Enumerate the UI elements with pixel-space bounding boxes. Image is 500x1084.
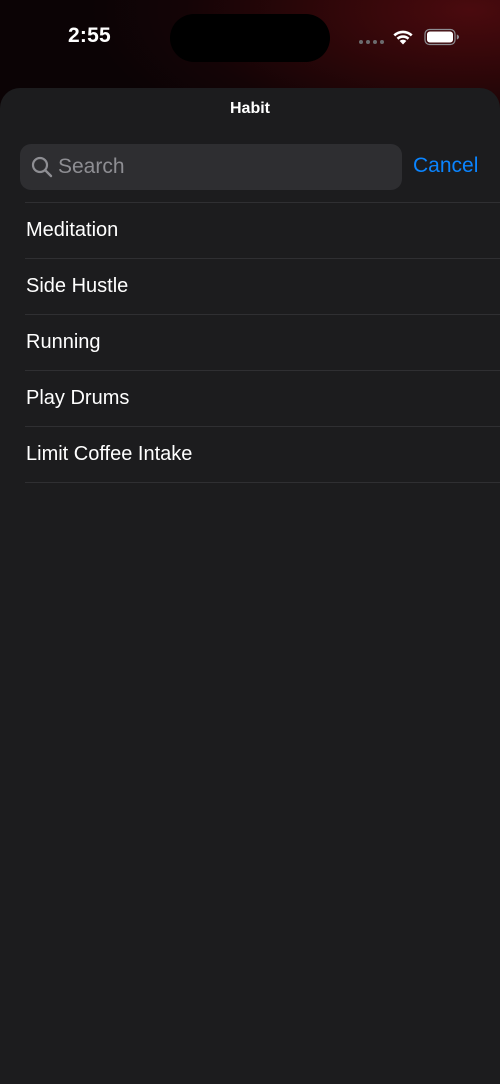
list-item-meditation[interactable]: Meditation: [25, 203, 500, 259]
habit-list: Meditation Side Hustle Running Play Drum…: [0, 202, 500, 483]
list-item-label: Meditation: [26, 219, 119, 241]
battery-icon: [424, 28, 459, 46]
list-item-label: Play Drums: [26, 387, 130, 409]
status-time: 2:55: [68, 24, 111, 47]
search-icon: [31, 156, 53, 178]
status-bar: 2:55: [0, 0, 500, 76]
cancel-button[interactable]: Cancel: [413, 154, 478, 178]
search-input[interactable]: [58, 144, 398, 190]
list-item-running[interactable]: Running: [25, 315, 500, 371]
list-item-label: Limit Coffee Intake: [26, 443, 193, 465]
list-item-side-hustle[interactable]: Side Hustle: [25, 259, 500, 315]
list-item-limit-coffee-intake[interactable]: Limit Coffee Intake: [25, 427, 500, 483]
list-item-label: Running: [26, 331, 101, 353]
sheet-title: Habit: [230, 100, 270, 117]
wifi-icon: [393, 30, 413, 45]
search-field[interactable]: [20, 144, 402, 190]
cellular-signal-icon: [359, 40, 384, 44]
habit-picker-sheet: Habit Cancel Meditation Side Hustle Runn…: [0, 88, 500, 1084]
screen: 2:55 Habit Cancel Medi: [0, 0, 500, 1084]
list-item-label: Side Hustle: [26, 275, 129, 297]
dynamic-island: [170, 14, 330, 62]
list-item-play-drums[interactable]: Play Drums: [25, 371, 500, 427]
